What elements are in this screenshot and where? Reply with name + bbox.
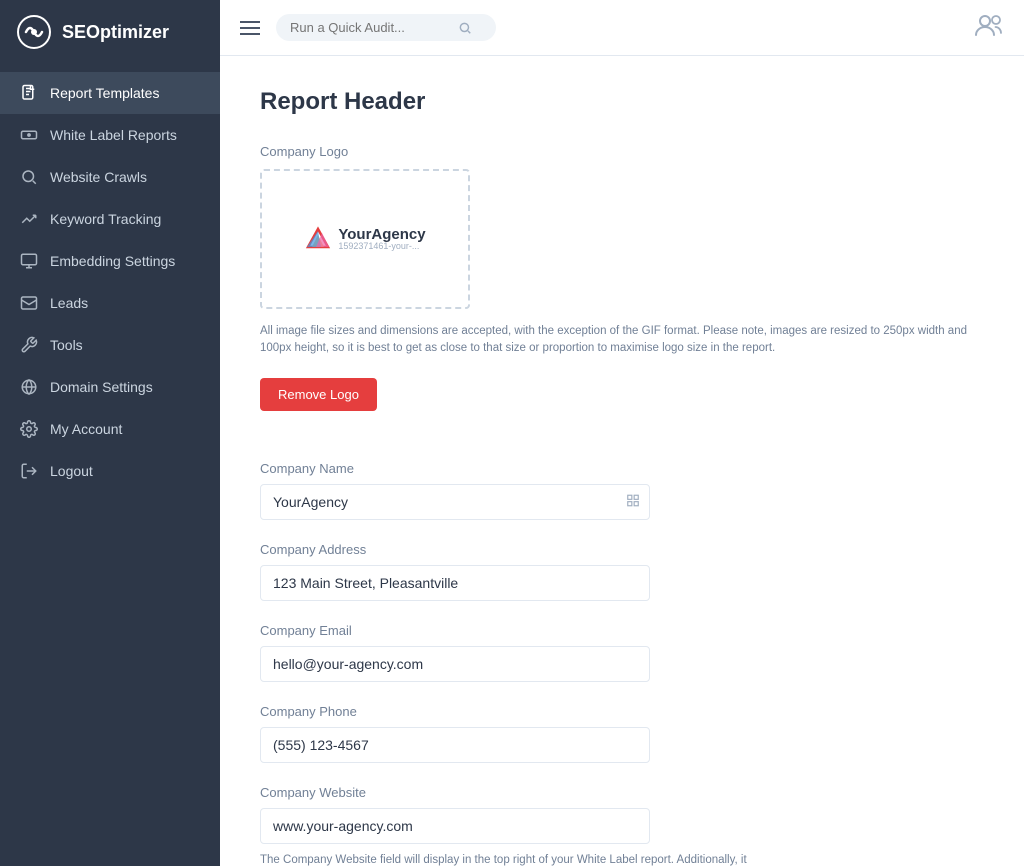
sidebar-item-report-templates[interactable]: Report Templates (0, 72, 220, 114)
company-phone-label: Company Phone (260, 704, 984, 719)
search-bar (276, 14, 496, 41)
logo-hint: All image file sizes and dimensions are … (260, 323, 984, 358)
logo-upload-area[interactable]: YourAgency 1592371461-your-... (260, 169, 470, 309)
page-title: Report Header (260, 88, 984, 116)
hamburger-button[interactable] (236, 17, 264, 39)
company-logo-label: Company Logo (260, 144, 984, 159)
logo-preview: YourAgency 1592371461-your-... (304, 225, 425, 253)
hamburger-line (240, 21, 260, 23)
agency-logo-sub: 1592371461-your-... (338, 242, 425, 251)
sidebar-item-leads[interactable]: Leads (0, 282, 220, 324)
sidebar-item-tools[interactable]: Tools (0, 324, 220, 366)
company-name-section: Company Name (260, 461, 984, 520)
sidebar-nav: Report Templates White Label Reports Web… (0, 64, 220, 866)
agency-logo-mark (304, 225, 332, 253)
monitor-icon (20, 252, 38, 270)
sidebar-item-embedding-settings[interactable]: Embedding Settings (0, 240, 220, 282)
agency-logo-name: YourAgency 1592371461-your-... (338, 227, 425, 251)
hamburger-line (240, 33, 260, 35)
main-content: Report Header Company Logo (220, 56, 1024, 866)
chart-icon (20, 210, 38, 228)
company-name-input-wrapper (260, 484, 650, 520)
sidebar: SEOptimizer Report Templates White Label… (0, 0, 220, 866)
company-name-label: Company Name (260, 461, 984, 476)
company-address-label: Company Address (260, 542, 984, 557)
agency-logo-text-group: YourAgency 1592371461-your-... (338, 227, 425, 251)
company-email-section: Company Email (260, 623, 984, 682)
main-wrapper: Report Header Company Logo (220, 0, 1024, 866)
user-icon-button[interactable] (970, 7, 1008, 48)
mail-icon (20, 294, 38, 312)
logout-icon (20, 462, 38, 480)
settings-icon (20, 420, 38, 438)
company-email-label: Company Email (260, 623, 984, 638)
company-address-section: Company Address (260, 542, 984, 601)
company-phone-input[interactable] (260, 727, 650, 763)
search-input[interactable] (290, 20, 450, 35)
tool-icon (20, 336, 38, 354)
sidebar-item-logout[interactable]: Logout (0, 450, 220, 492)
topbar (220, 0, 1024, 56)
app-logo-icon (16, 14, 52, 50)
company-website-label: Company Website (260, 785, 984, 800)
topbar-right (970, 7, 1008, 48)
company-name-input[interactable] (260, 484, 650, 520)
user-group-icon (974, 11, 1004, 39)
search-icon (458, 21, 472, 35)
company-website-input[interactable] (260, 808, 650, 844)
sidebar-item-white-label-reports[interactable]: White Label Reports (0, 114, 220, 156)
company-phone-section: Company Phone (260, 704, 984, 763)
sidebar-item-my-account[interactable]: My Account (0, 408, 220, 450)
company-email-input[interactable] (260, 646, 650, 682)
hamburger-line (240, 27, 260, 29)
company-address-input[interactable] (260, 565, 650, 601)
app-logo: SEOptimizer (0, 0, 220, 64)
search-circle-icon (20, 168, 38, 186)
tag-icon (20, 126, 38, 144)
agency-logo: YourAgency 1592371461-your-... (304, 225, 425, 253)
globe-icon (20, 378, 38, 396)
company-logo-section: Company Logo YourAgency (260, 144, 984, 439)
file-icon (20, 84, 38, 102)
company-website-section: Company Website The Company Website fiel… (260, 785, 984, 866)
sidebar-item-domain-settings[interactable]: Domain Settings (0, 366, 220, 408)
sidebar-item-keyword-tracking[interactable]: Keyword Tracking (0, 198, 220, 240)
input-icon (626, 493, 640, 510)
remove-logo-button[interactable]: Remove Logo (260, 378, 377, 411)
app-name: SEOptimizer (62, 22, 169, 43)
sidebar-item-website-crawls[interactable]: Website Crawls (0, 156, 220, 198)
website-note: The Company Website field will display i… (260, 852, 760, 866)
